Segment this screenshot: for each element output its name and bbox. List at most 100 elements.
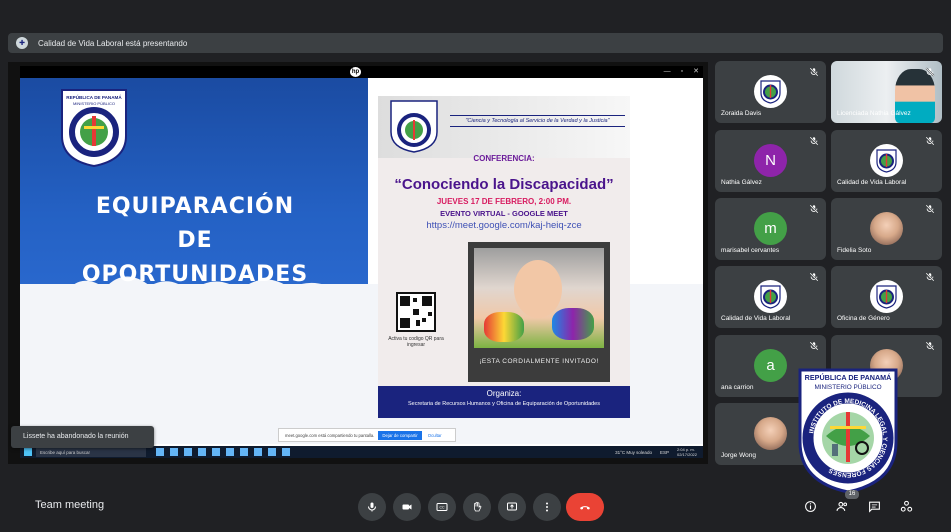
child-photo [474,248,604,348]
participant-name: Calidad de Vida Laboral [837,179,907,186]
raise-hand-button[interactable] [463,493,491,521]
minimize-icon[interactable]: — [664,66,671,78]
stop-sharing-button[interactable]: Dejar de compartir [378,430,422,440]
leave-call-button[interactable] [566,493,604,521]
participant-tile[interactable]: N Nathia Gálvez [715,130,826,192]
hand-icon [474,501,482,512]
mic-off-icon [809,136,819,146]
meeting-details-button[interactable] [800,496,820,516]
app-icon[interactable] [240,448,248,456]
presented-window: REPÚBLICA DE PANAMÁ MINISTERIO PÚBLICO E… [20,66,703,458]
present-button[interactable] [498,493,526,521]
window-controls: — ▫ ✕ [664,66,699,78]
slide-title-line-2: DE [177,228,213,253]
left-meeting-toast: Lissete ha abandonado la reunión [11,426,154,448]
more-options-button[interactable] [533,493,561,521]
weather-text[interactable]: 31°C Muy soleado [615,450,652,455]
participant-tile[interactable]: Zoraida Davis [715,61,826,123]
participant-tile[interactable]: Oficina de Género [831,266,942,328]
meeting-name: Team meeting [35,499,105,511]
participant-name: marisabel cervantes [721,247,780,254]
taskbar-search[interactable]: Escribe aquí para buscar [36,447,146,457]
presenting-text: Calidad de Vida Laboral está presentando [38,38,188,48]
overlay-logo-sub: MINISTERIO PÚBLICO [814,382,881,391]
poster-invite: ¡ESTA CORDIALMENTE INVITADO! [479,358,599,365]
participant-name: Jorge Wong [721,452,756,459]
mic-off-icon [925,204,935,214]
hide-notice-button[interactable]: Ocultar [428,433,442,438]
slide-logo-icon: REPÚBLICA DE PANAMÁ MINISTERIO PÚBLICO [61,89,127,168]
slide-title: EQUIPARACIÓN DE OPORTUNIDADES [50,190,340,292]
people-button[interactable] [832,496,852,516]
activities-button[interactable] [896,496,916,516]
poster-url: https://meet.google.com/kaj-heiq-zce [426,220,582,231]
participant-avatar-logo-icon [870,144,903,177]
participant-count-badge: 16 [845,490,859,499]
camera-icon [402,504,412,510]
participant-tile[interactable]: Licenciada Nathia Gálvez [831,61,942,123]
captions-button[interactable]: CC [428,493,456,521]
poster-org-title: Organiza: [486,389,522,398]
participant-name: Zoraida Davis [721,110,762,117]
captions-icon: CC [436,503,448,511]
bottom-bar: Team meeting CC [0,484,951,532]
microphone-icon [368,502,376,512]
app-icon[interactable] [282,448,290,456]
hp-logo-icon: hp [350,67,361,77]
presenting-banner: ✚ Calidad de Vida Laboral está presentan… [8,33,943,53]
maximize-icon[interactable]: ▫ [681,66,683,78]
app-icon[interactable] [184,448,192,456]
app-icon[interactable] [254,448,262,456]
participant-avatar: N [754,144,787,177]
participant-name: Fidelia Soto [837,247,872,254]
svg-text:CC: CC [439,506,445,510]
slide-logo-text-sub: MINISTERIO PÚBLICO [73,101,115,106]
app-icon[interactable] [198,448,206,456]
mic-off-icon [809,67,819,77]
participant-tile[interactable]: Fidelia Soto [831,198,942,260]
windows-start-icon[interactable] [24,448,32,456]
participant-name: ana carrion [721,384,754,391]
mic-off-icon [925,272,935,282]
poster-conference: CONFERENCIA: [473,154,535,163]
overlay-logo-top: REPÚBLICA DE PANAMÁ [805,373,892,382]
shared-screen[interactable]: REPÚBLICA DE PANAMÁ MINISTERIO PÚBLICO E… [8,62,708,464]
participant-avatar: m [754,212,787,245]
share-notice: meet.google.com está compartiendo tu pan… [278,428,456,442]
taskbar-apps [156,448,290,456]
chat-button[interactable] [864,496,884,516]
conference-poster: "Ciencia y Tecnología al Servicio de la … [378,96,630,418]
participant-name: Nathia Gálvez [721,179,762,186]
hang-up-icon [580,506,590,510]
app-icon[interactable] [156,448,164,456]
lang-text[interactable]: ESP [660,450,669,455]
camera-button[interactable] [393,493,421,521]
participant-name: Calidad de Vida Laboral [721,315,791,322]
mic-off-icon [809,204,819,214]
participant-tile[interactable]: m marisabel cervantes [715,198,826,260]
presenter-avatar-icon: ✚ [16,37,28,49]
system-tray: 31°C Muy soleado ESP 2:04 p. m. 02/17/20… [615,447,703,457]
mic-off-icon [809,341,819,351]
poster-logo-icon [390,100,438,153]
qr-code-icon [396,292,436,332]
more-vert-icon [546,502,548,512]
slide-title-line-1: EQUIPARACIÓN [95,194,295,219]
participant-tile[interactable]: Calidad de Vida Laboral [715,266,826,328]
clock-date: 02/17/2022 [676,452,697,457]
app-icon[interactable] [212,448,220,456]
qr-text: Activa tu codigo QR para ingresar [388,336,444,348]
mic-off-icon [925,136,935,146]
microphone-button[interactable] [358,493,386,521]
participant-avatar: a [754,349,787,382]
slide-logo-text-top: REPÚBLICA DE PANAMÁ [66,94,122,100]
app-icon[interactable] [268,448,276,456]
mic-off-icon [925,341,935,351]
close-icon[interactable]: ✕ [693,66,699,78]
poster-title: “Conociendo la Discapacidad” [394,176,614,193]
poster-tagline: "Ciencia y Tecnología al Servicio de la … [450,115,625,127]
app-icon[interactable] [170,448,178,456]
clock[interactable]: 2:04 p. m. 02/17/2022 [677,447,697,457]
app-icon[interactable] [226,448,234,456]
participant-tile[interactable]: Calidad de Vida Laboral [831,130,942,192]
